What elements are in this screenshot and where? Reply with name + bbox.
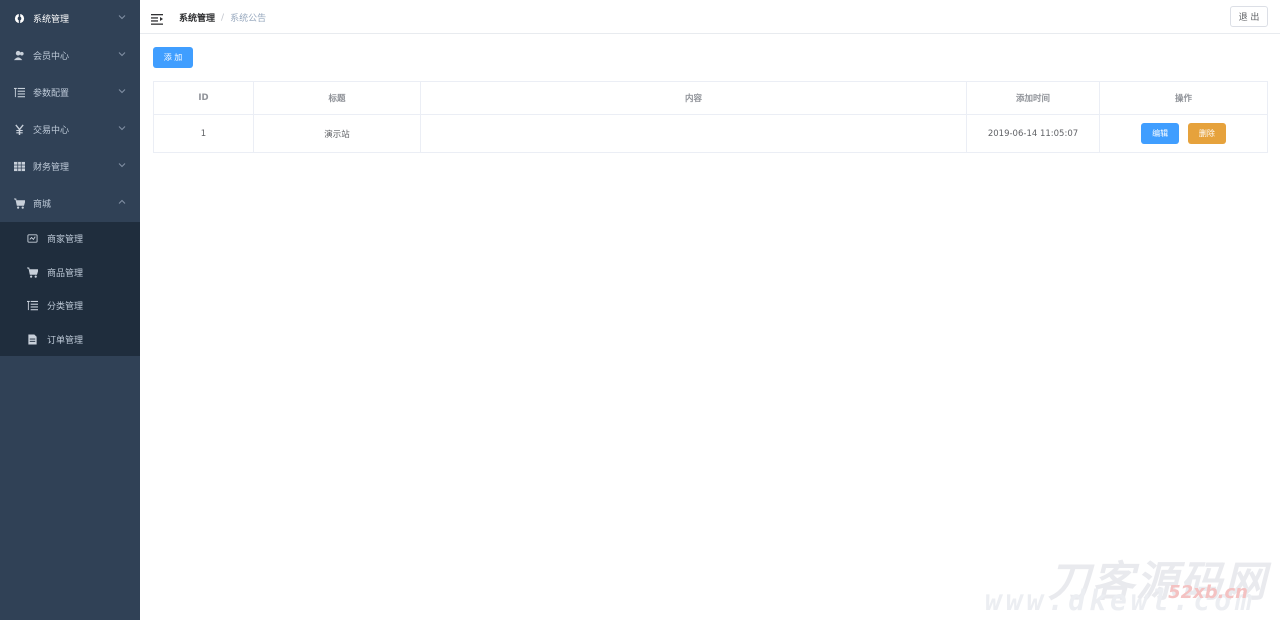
- chevron-up-icon: [118, 198, 126, 206]
- sidebar-item-merchants[interactable]: 商家管理: [0, 222, 140, 256]
- yen-icon: [13, 124, 25, 136]
- sidebar-item-label: 会员中心: [33, 52, 70, 62]
- sidebar-item-label: 交易中心: [33, 126, 70, 136]
- app-root: 系统管理 会员中心 参数配置 交易中心 财务管理 商城 商家管理 商品管理 分类…: [0, 0, 1280, 620]
- sidebar-item-products[interactable]: 商品管理: [0, 256, 140, 290]
- chevron-down-icon: [118, 87, 126, 95]
- table-row: 1 演示站 2019-06-14 11:05:07 编辑 删除: [153, 114, 1268, 153]
- delete-button[interactable]: 删除: [1187, 123, 1226, 144]
- sidebar-item-label: 财务管理: [33, 163, 70, 173]
- sidebar-item-members[interactable]: 会员中心: [0, 37, 140, 74]
- submenu-mall: 商家管理 商品管理 分类管理 订单管理: [0, 222, 140, 356]
- users-icon: [13, 50, 25, 62]
- sidebar-item-params[interactable]: 参数配置: [0, 74, 140, 111]
- hamburger-icon[interactable]: [151, 10, 163, 25]
- sidebar-item-orders[interactable]: 订单管理: [0, 323, 140, 357]
- chevron-down-icon: [118, 50, 126, 58]
- top-header: 系统管理 / 系统公告 退 出: [140, 0, 1280, 34]
- sidebar-item-finance[interactable]: 财务管理: [0, 148, 140, 185]
- chevron-down-icon: [118, 124, 126, 132]
- grid-icon: [13, 161, 25, 173]
- store-icon: [26, 233, 38, 245]
- sidebar-item-label: 系统管理: [33, 15, 70, 25]
- cell-id: 1: [153, 114, 254, 153]
- column-header-id: ID: [153, 81, 254, 115]
- sidebar-item-label: 参数配置: [33, 89, 70, 99]
- column-header-time: 添加时间: [966, 81, 1100, 115]
- sub-item-label: 商品管理: [47, 268, 84, 279]
- breadcrumb-item-current: 系统公告: [230, 14, 267, 24]
- gear-icon: [13, 13, 25, 25]
- sub-item-label: 订单管理: [47, 335, 84, 346]
- logout-button[interactable]: 退 出: [1230, 6, 1268, 27]
- cell-title: 演示站: [253, 114, 421, 153]
- document-icon: [26, 333, 38, 345]
- watermark: 刀客源码网 www.dkewl.com 52xb.cn: [985, 548, 1272, 618]
- announcement-table: ID 标题 内容 添加时间 操作 1 演示站 2019-06-14 11:05:…: [153, 81, 1268, 153]
- cell-time: 2019-06-14 11:05:07: [966, 114, 1100, 153]
- breadcrumb: 系统管理 / 系统公告: [179, 11, 267, 25]
- breadcrumb-separator: /: [221, 12, 225, 23]
- sidebar-item-trade[interactable]: 交易中心: [0, 111, 140, 148]
- sidebar-item-mall[interactable]: 商城: [0, 185, 140, 222]
- cell-actions: 编辑 删除: [1099, 114, 1268, 153]
- cart-icon: [26, 266, 38, 278]
- chevron-down-icon: [118, 13, 126, 21]
- column-header-content: 内容: [420, 81, 967, 115]
- cart-icon: [13, 198, 25, 210]
- column-header-title: 标题: [253, 81, 421, 115]
- sidebar-item-categories[interactable]: 分类管理: [0, 289, 140, 323]
- column-header-actions: 操作: [1099, 81, 1268, 115]
- add-button[interactable]: 添 加: [153, 47, 193, 68]
- cell-content: [420, 114, 967, 153]
- sidebar-item-label: 商城: [33, 200, 52, 210]
- sub-item-label: 商家管理: [47, 235, 84, 246]
- edit-button[interactable]: 编辑: [1141, 123, 1180, 144]
- sub-item-label: 分类管理: [47, 302, 84, 313]
- breadcrumb-item-system[interactable]: 系统管理: [179, 11, 215, 24]
- chevron-down-icon: [118, 161, 126, 169]
- table-header-row: ID 标题 内容 添加时间 操作: [153, 81, 1268, 115]
- list-icon: [26, 300, 38, 312]
- sidebar-item-system[interactable]: 系统管理: [0, 0, 140, 37]
- sidebar: 系统管理 会员中心 参数配置 交易中心 财务管理 商城 商家管理 商品管理 分类…: [0, 0, 140, 620]
- watermark-red-text: 52xb.cn: [1168, 582, 1248, 603]
- list-icon: [13, 87, 25, 99]
